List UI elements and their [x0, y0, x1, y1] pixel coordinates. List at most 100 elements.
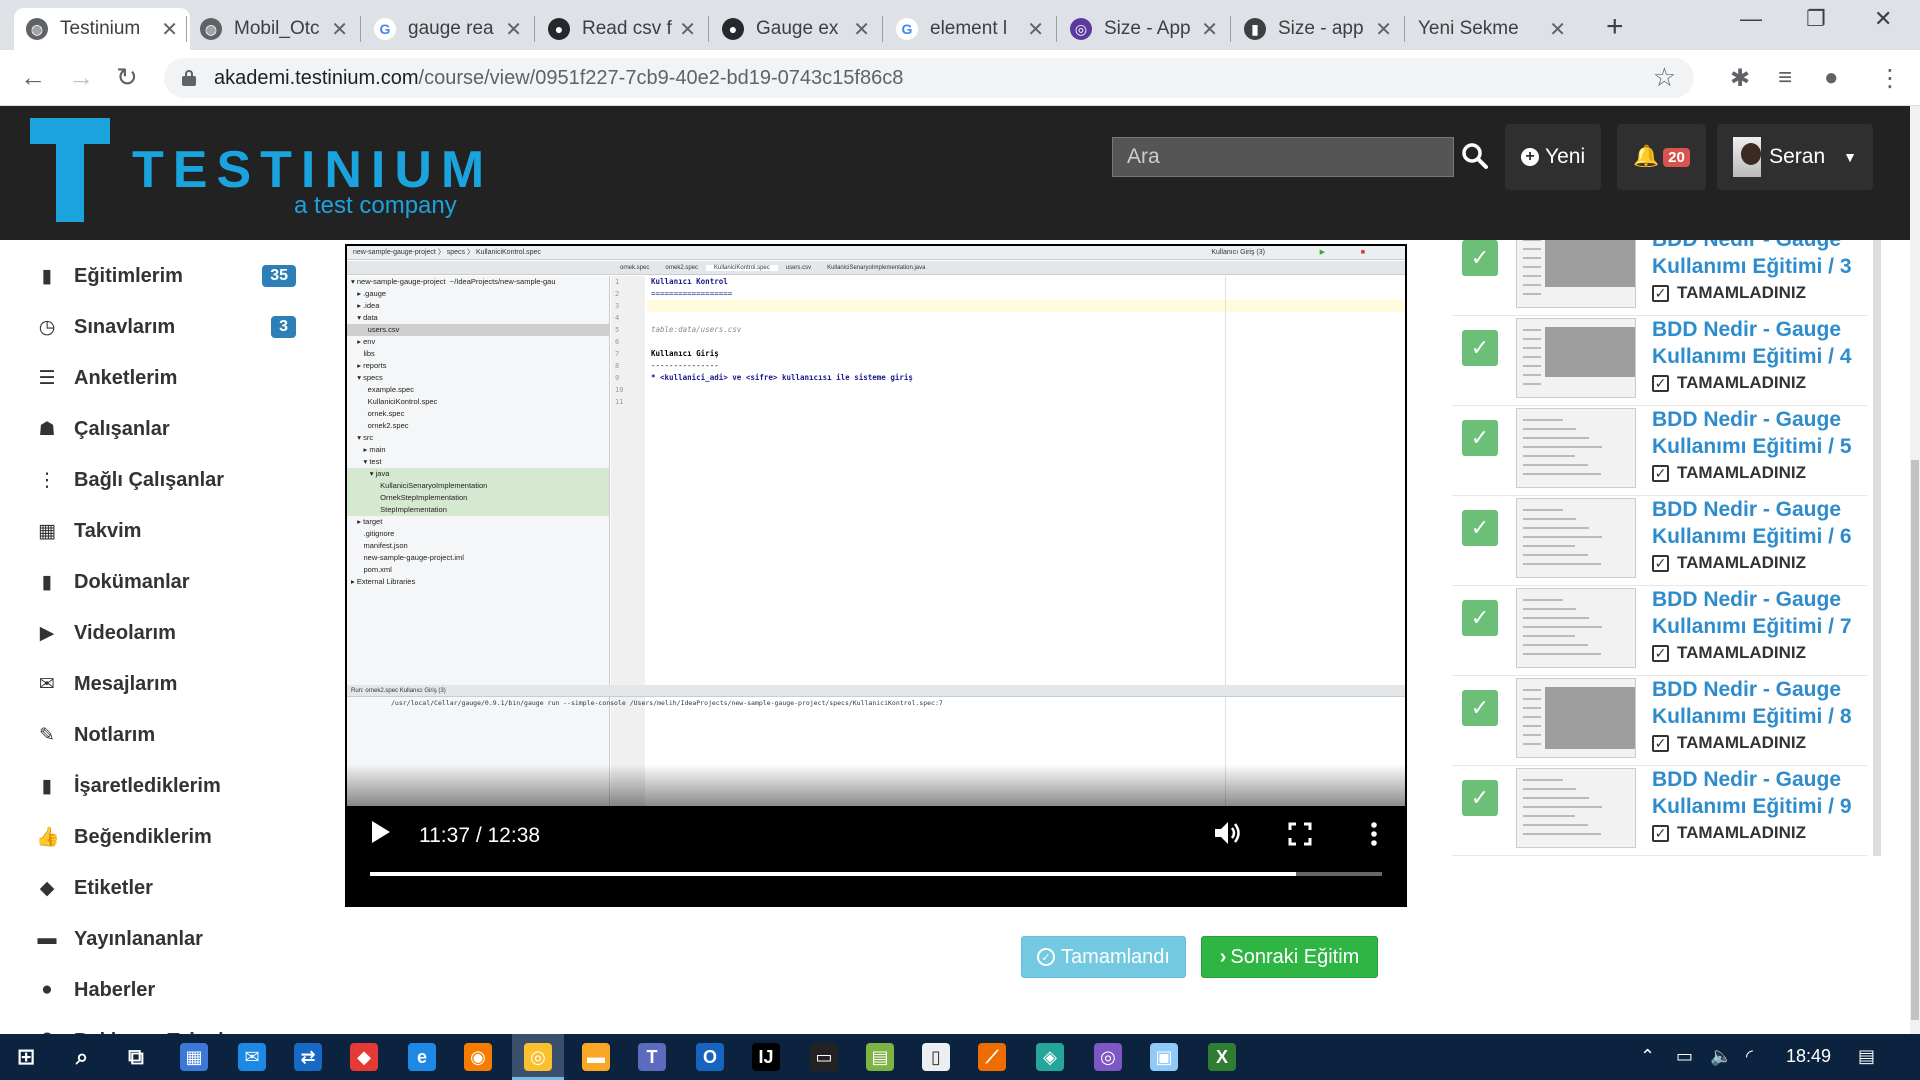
sidebar-item[interactable]: ?Bekleyen Talepler — [36, 1021, 296, 1035]
sidebar-item[interactable]: ▦ Takvim — [36, 511, 296, 551]
tab-close-icon[interactable]: ✕ — [161, 17, 178, 42]
task-view-icon[interactable]: ⧉ — [122, 1043, 150, 1071]
tab-close-icon[interactable]: ✕ — [1375, 17, 1392, 42]
sidebar-item[interactable]: ☗ Çalışanlar — [36, 409, 296, 449]
new-button[interactable]: + Yeni — [1505, 124, 1602, 190]
playlist-item[interactable]: ✓ BDD Nedir - Gauge Kullanımı Eğitimi / 7 ✓… — [1452, 586, 1867, 676]
sidebar-item[interactable]: ▶ Videolarım — [36, 613, 296, 653]
video-thumbnail[interactable] — [1516, 408, 1636, 488]
browser-tab[interactable]: Yeni Sekme ✕ — [1406, 8, 1578, 50]
video-thumbnail[interactable] — [1516, 678, 1636, 758]
sidebar-item[interactable]: 👍 Beğendiklerim — [36, 817, 296, 857]
teamviewer-icon[interactable]: ⇄ — [294, 1043, 322, 1071]
browser-tab[interactable]: Ggauge rea ✕ — [362, 8, 534, 50]
video-thumbnail[interactable] — [1516, 318, 1636, 398]
chevron-up-icon[interactable]: ⌃ — [1640, 1046, 1655, 1067]
more-options-icon[interactable] — [1369, 820, 1379, 848]
sidebar-item[interactable]: ☰ Anketlerim — [36, 358, 296, 398]
video-player[interactable]: new-sample-gauge-project 〉 specs 〉 Kulla… — [345, 244, 1407, 907]
sidebar-item[interactable]: ◷ Sınavlarım 3 — [36, 307, 296, 347]
tab-close-icon[interactable]: ✕ — [505, 17, 522, 42]
anydesk-icon[interactable]: ◆ — [350, 1043, 378, 1071]
chrome-icon[interactable]: ◎ — [524, 1043, 552, 1071]
extensions-icon[interactable]: ✱ — [1730, 64, 1750, 93]
search-icon[interactable]: ⌕ — [68, 1043, 96, 1071]
playlist-item[interactable]: ✓ BDD Nedir - Gauge Kullanımı Eğitimi / 8 ✓… — [1452, 676, 1867, 766]
sidebar-item[interactable]: ◆ Etiketler — [36, 868, 296, 908]
search-icon[interactable] — [1460, 141, 1490, 171]
playlist-item[interactable]: ✓ BDD Nedir - Gauge Kullanımı Eğitimi / 4 ✓… — [1452, 316, 1867, 406]
bookmark-star-icon[interactable]: ☆ — [1653, 62, 1676, 93]
outlook-icon[interactable]: O — [696, 1043, 724, 1071]
video-thumbnail[interactable] — [1516, 588, 1636, 668]
clock-time[interactable]: 18:49 — [1786, 1046, 1831, 1067]
browser-tab[interactable]: ● Gauge ex ✕ — [710, 8, 882, 50]
app-icon[interactable]: ◎ — [1094, 1043, 1122, 1071]
mail-icon[interactable]: ✉ — [238, 1043, 266, 1071]
next-training-button[interactable]: › Sonraki Eğitim — [1201, 936, 1378, 978]
video-thumbnail[interactable] — [1516, 498, 1636, 578]
testinium-logo-icon[interactable] — [30, 118, 110, 222]
sidebar-item[interactable]: ● Haberler — [36, 970, 296, 1010]
edge-icon[interactable]: e — [408, 1043, 436, 1071]
search-input[interactable] — [1112, 137, 1454, 177]
firefox-icon[interactable]: ◉ — [464, 1043, 492, 1071]
remote-desktop-icon[interactable]: ▣ — [1150, 1043, 1178, 1071]
browser-tab[interactable]: Gelement l ✕ — [884, 8, 1056, 50]
playlist-item-title[interactable]: BDD Nedir - Gauge Kullanımı Eğitimi / 5 — [1652, 406, 1867, 460]
windows-start-icon[interactable]: ⊞ — [12, 1043, 40, 1071]
file-explorer-icon[interactable]: ▬ — [582, 1043, 610, 1071]
menu-kebab-icon[interactable]: ⋮ — [1878, 64, 1902, 93]
browser-tab[interactable]: ● Read csv f ✕ — [536, 8, 708, 50]
teams-icon[interactable]: T — [638, 1043, 666, 1071]
fullscreen-icon[interactable] — [1287, 821, 1313, 847]
playlist-item[interactable]: ✓ BDD Nedir - Gauge Kullanımı Eğitimi / 5 ✓… — [1452, 406, 1867, 496]
intellij-icon[interactable]: IJ — [752, 1043, 780, 1071]
volume-icon[interactable] — [1213, 819, 1245, 847]
browser-tab[interactable]: ◍ Mobil_Otc ✕ — [188, 8, 360, 50]
close-window-icon[interactable]: ✕ — [1874, 6, 1892, 32]
notification-center-icon[interactable]: ▤ — [1858, 1046, 1875, 1067]
sidebar-item[interactable]: ▬ Yayınlananlar — [36, 919, 296, 959]
new-tab-icon[interactable]: + — [1606, 10, 1624, 44]
play-icon[interactable] — [368, 817, 394, 847]
sidebar-item[interactable]: ▮ İşaretlediklerim — [36, 766, 296, 806]
playlist-item-title[interactable]: BDD Nedir - Gauge Kullanımı Eğitimi / 8 — [1652, 676, 1867, 730]
playlist-item-title[interactable]: BDD Nedir - Gauge Kullanımı Eğitimi / 9 — [1652, 766, 1867, 820]
reload-icon[interactable]: ↻ — [116, 62, 138, 93]
notifications-button[interactable]: 🔔 20 — [1617, 124, 1706, 190]
playlist-scrollbar[interactable] — [1873, 240, 1881, 856]
excel-icon[interactable]: X — [1208, 1043, 1236, 1071]
tab-close-icon[interactable]: ✕ — [679, 17, 696, 42]
forward-icon[interactable]: → — [68, 62, 94, 93]
sidebar-item[interactable]: ▮ Eğitimlerim 35 — [36, 256, 296, 296]
minimize-icon[interactable]: — — [1740, 6, 1762, 32]
browser-tab[interactable]: ◎ Size - App ✕ — [1058, 8, 1230, 50]
profile-icon[interactable]: ● — [1824, 64, 1839, 92]
playlist-item-title[interactable]: BDD Nedir - Gauge Kullanımı Eğitimi / 7 — [1652, 586, 1867, 640]
playlist-item[interactable]: ✓ BDD Nedir - Gauge Kullanımı Eğitimi / 3 ✓… — [1452, 240, 1867, 316]
tab-close-icon[interactable]: ✕ — [1549, 17, 1566, 42]
restore-icon[interactable]: ❐ — [1806, 6, 1826, 32]
video-thumbnail[interactable] — [1516, 240, 1636, 308]
gitkraken-icon[interactable]: ◈ — [1036, 1043, 1064, 1071]
store-icon[interactable]: ▦ — [180, 1043, 208, 1071]
sidebar-item[interactable]: ✉ Mesajlarım — [36, 664, 296, 704]
video-progress-bar[interactable] — [370, 872, 1382, 876]
speaker-icon[interactable]: 🔈 — [1710, 1046, 1732, 1067]
sidebar-item[interactable]: ▮ Dokümanlar — [36, 562, 296, 602]
sidebar-item[interactable]: ✎ Notlarım — [36, 715, 296, 755]
media-control-icon[interactable]: ≡ — [1778, 64, 1792, 92]
wifi-icon[interactable]: ◜ — [1746, 1046, 1753, 1067]
completed-button[interactable]: ✓ Tamamlandı — [1021, 936, 1186, 978]
user-menu[interactable]: Seran ▼ — [1717, 124, 1873, 190]
playlist-item[interactable]: ✓ BDD Nedir - Gauge Kullanımı Eğitimi / 9 ✓… — [1452, 766, 1867, 856]
playlist-item-title[interactable]: BDD Nedir - Gauge Kullanımı Eğitimi / 3 — [1652, 240, 1867, 280]
video-thumbnail[interactable] — [1516, 768, 1636, 848]
browser-tab[interactable]: ▮ Size - app ✕ — [1232, 8, 1404, 50]
document-icon[interactable]: ▯ — [922, 1043, 950, 1071]
tab-close-icon[interactable]: ✕ — [1027, 17, 1044, 42]
tab-close-icon[interactable]: ✕ — [331, 17, 348, 42]
notepad-icon[interactable]: ▤ — [866, 1043, 894, 1071]
battery-icon[interactable]: ▭ — [1676, 1046, 1693, 1067]
